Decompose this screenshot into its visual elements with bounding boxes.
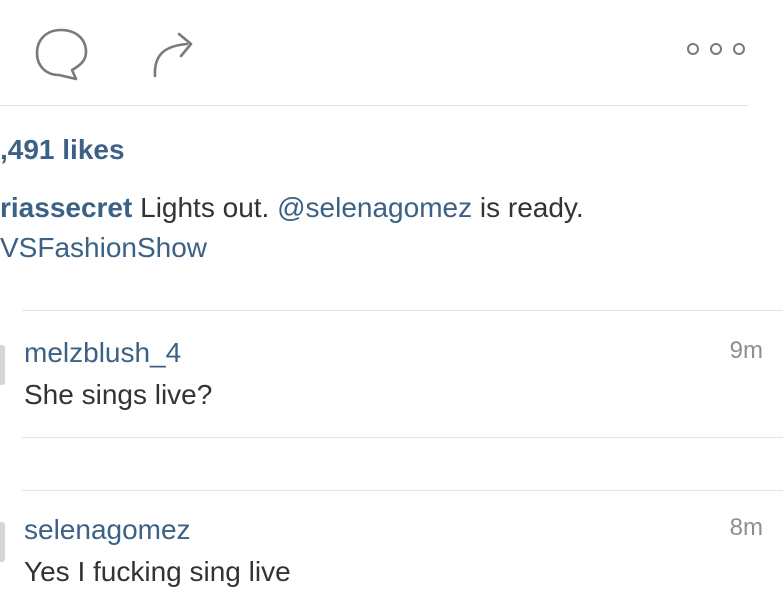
share-arrow-icon[interactable] <box>145 26 203 82</box>
comment-username[interactable]: melzblush_4 <box>24 337 181 369</box>
comment-text: Yes I fucking sing live <box>24 556 291 587</box>
caption-text-2: is ready. <box>472 192 584 223</box>
caption-hashtag[interactable]: VSFashionShow <box>0 232 207 263</box>
comment-divider <box>22 437 783 438</box>
comments-divider-top <box>22 310 783 311</box>
comment-item: selenagomez Yes I fucking sing live 8m <box>0 514 783 614</box>
comment-item: melzblush_4 She sings live? 9m <box>0 337 783 437</box>
comment-text: She sings live? <box>24 379 213 410</box>
comment-divider <box>22 490 783 491</box>
post-caption: riassecret Lights out. @selenagomez is r… <box>0 188 584 268</box>
comment-username[interactable]: selenagomez <box>24 514 191 546</box>
likes-count[interactable]: ,491 likes <box>0 134 125 166</box>
action-bar-divider <box>0 105 748 106</box>
caption-mention[interactable]: @selenagomez <box>277 192 472 223</box>
post-action-bar <box>0 0 783 100</box>
caption-username[interactable]: riassecret <box>0 192 132 223</box>
comment-bubble-icon[interactable] <box>30 24 92 86</box>
comment-timestamp: 9m <box>729 337 763 364</box>
comment-avatar[interactable] <box>0 345 5 385</box>
caption-text-1: Lights out. <box>132 192 278 223</box>
comment-avatar[interactable] <box>0 522 5 562</box>
comment-timestamp: 8m <box>729 514 763 541</box>
more-dots-icon[interactable] <box>680 36 752 62</box>
